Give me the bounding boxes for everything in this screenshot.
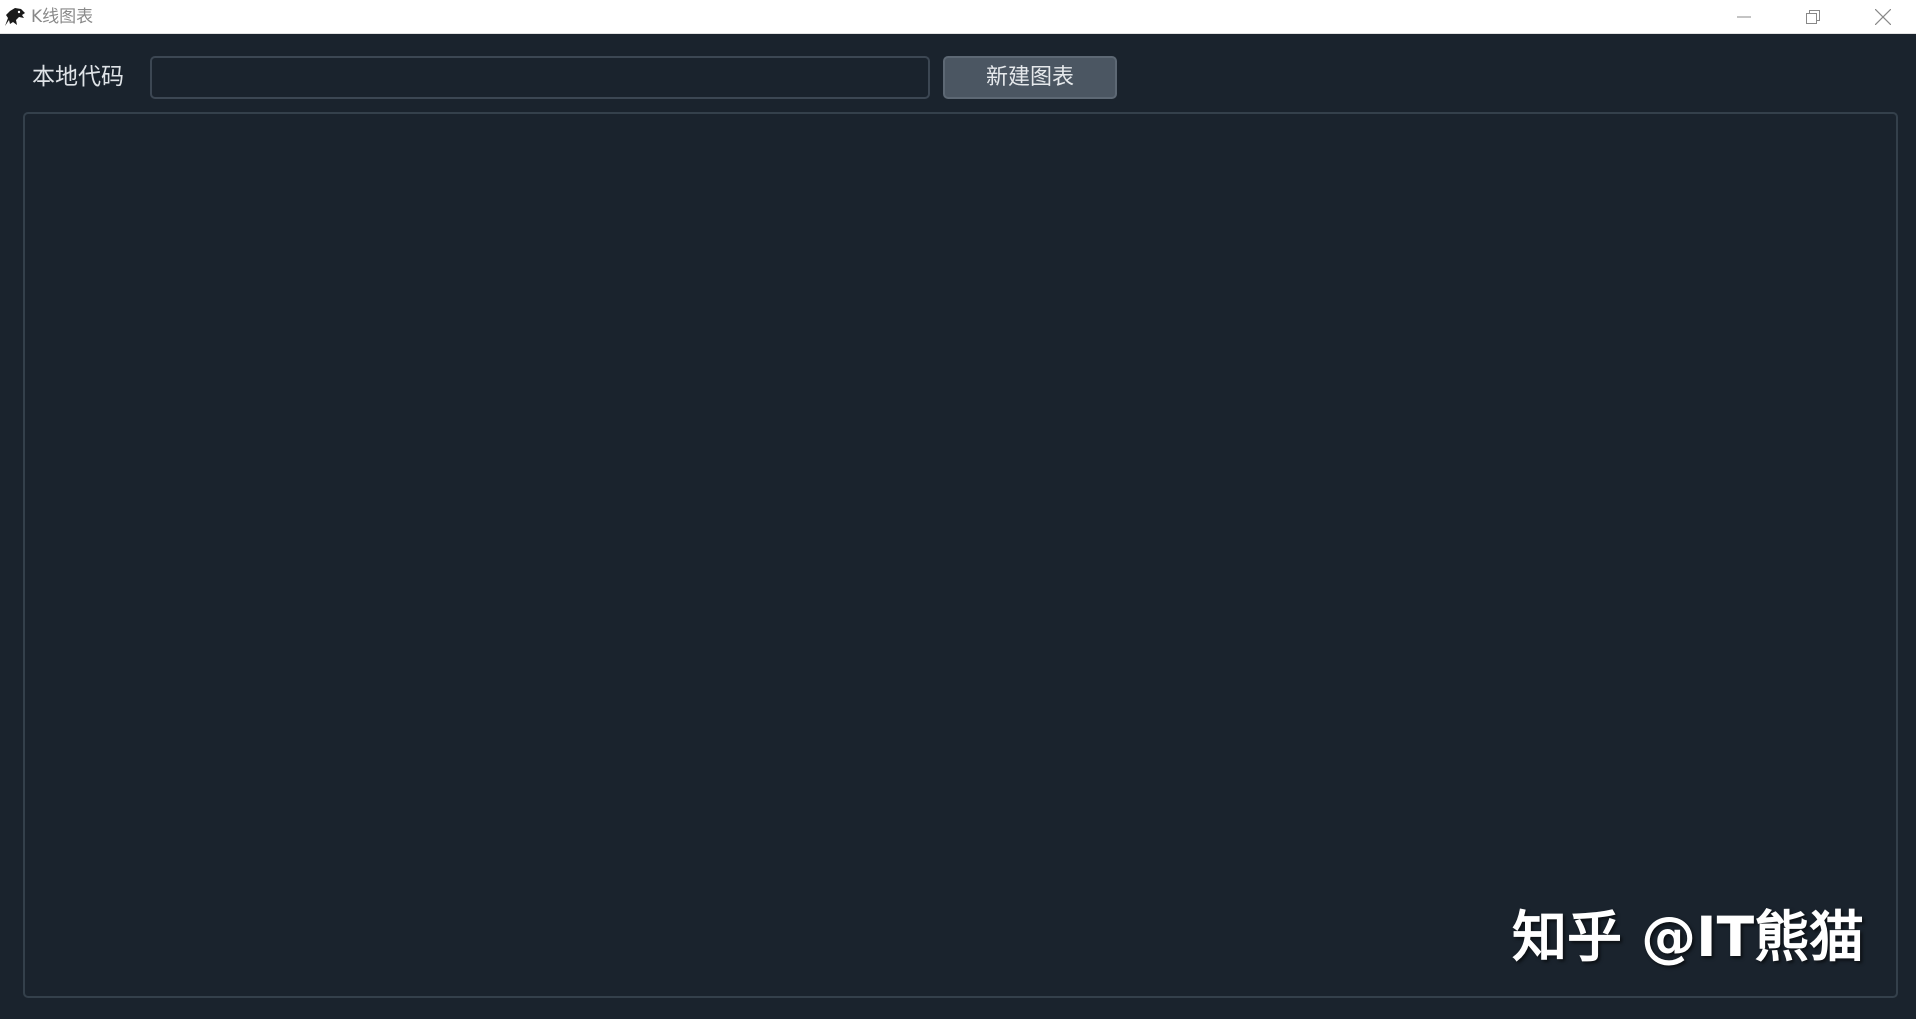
app-logo-icon (3, 6, 26, 28)
new-chart-button[interactable]: 新建图表 (943, 56, 1117, 99)
minimize-button[interactable] (1709, 0, 1779, 34)
watermark: 知乎 @IT熊猫 (1512, 905, 1865, 969)
title-bar: K线图表 (0, 0, 1916, 34)
local-code-label: 本地代码 (32, 64, 124, 90)
restore-icon (1806, 10, 1820, 24)
chart-area[interactable] (23, 112, 1898, 998)
close-button[interactable] (1848, 0, 1916, 34)
restore-button[interactable] (1778, 0, 1848, 34)
local-code-input[interactable] (150, 56, 930, 99)
close-icon (1875, 9, 1891, 25)
window-title: K线图表 (31, 7, 94, 27)
minimize-icon (1737, 10, 1751, 24)
